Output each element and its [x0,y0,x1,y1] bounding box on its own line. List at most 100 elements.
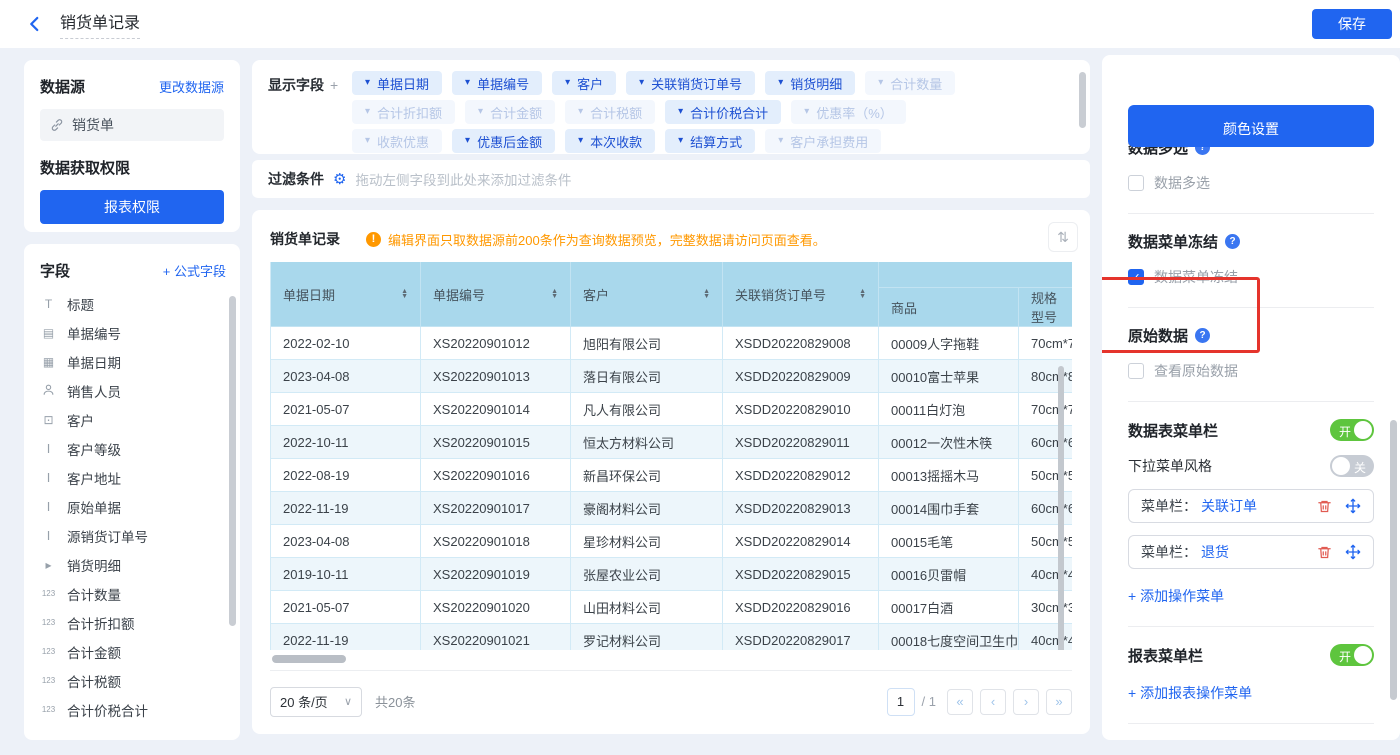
checkbox[interactable] [1128,175,1144,191]
field-item[interactable]: Ⅰ原始单据 [40,492,226,521]
last-page-button[interactable]: » [1046,689,1072,715]
field-item[interactable]: 123合计金额 [40,637,226,666]
display-field-chip[interactable]: ▾结算方式 [665,129,755,153]
field-item[interactable]: ▸销货明细 [40,550,226,579]
table-menu-toggle[interactable]: 开 [1330,419,1374,441]
first-page-button[interactable]: « [947,689,973,715]
fields-scrollbar[interactable] [229,296,236,626]
multi-select-checkbox-row[interactable]: 数据多选 [1128,173,1374,193]
link-icon [50,118,64,132]
page-number-input[interactable]: 1 [887,688,915,716]
table-row[interactable]: 2022-11-19XS20220901021罗记材料公司XSDD2022082… [271,624,1072,650]
fields-title: 字段 [40,260,70,281]
display-fields-scrollbar[interactable] [1079,72,1086,128]
field-item[interactable]: 123合计价税合计 [40,695,226,724]
sort-icon[interactable]: ▲▼ [703,289,710,299]
table-row[interactable]: 2023-04-08XS20220901018星珍材料公司XSDD2022082… [271,525,1072,558]
display-field-chip[interactable]: ▾优惠率（%） [791,100,906,124]
display-field-chip[interactable]: ▾合计折扣额 [352,100,455,124]
field-item[interactable]: 123合计税额 [40,666,226,695]
change-datasource-link[interactable]: 更改数据源 [159,77,224,96]
display-field-chip[interactable]: ▾合计价税合计 [665,100,781,124]
field-item[interactable]: 销售人员 [40,376,226,405]
table-row[interactable]: 2023-04-08XS20220901013落日有限公司XSDD2022082… [271,360,1072,393]
toggle-knob [1354,421,1372,439]
menu-bar-item[interactable]: 菜单栏： 关联订单 [1128,489,1374,523]
add-action-menu-link[interactable]: + 添加操作菜单 [1128,586,1374,606]
move-icon[interactable] [1345,498,1361,514]
display-field-chips: ▾单据日期 ▾单据编号 ▾客户 ▾关联销货订单号 ▾销货明细 ▾合计数量 ▾合计折扣额 ▾合计… [352,71,1076,146]
next-page-button[interactable]: › [1013,689,1039,715]
table-horizontal-scrollbar[interactable] [270,654,1072,664]
menu-freeze-checkbox-row[interactable]: ✓ 数据菜单冻结 [1128,267,1374,287]
sort-icon[interactable]: ▲▼ [859,289,866,299]
display-field-chip[interactable]: ▾客户承担费用 [765,129,881,153]
delete-icon[interactable] [1317,499,1332,514]
checkbox[interactable] [1128,363,1144,379]
table-row[interactable]: 2021-05-07XS20220901020山田材料公司XSDD2022082… [271,591,1072,624]
report-permission-button[interactable]: 报表权限 [40,190,224,224]
field-item[interactable]: Ⅰ源销货订单号 [40,521,226,550]
sort-icon[interactable]: ▲▼ [401,289,408,299]
sort-order-button[interactable]: ⇅ [1048,222,1078,252]
page-size-select[interactable]: 20 条/页 ∨ [270,687,362,717]
display-field-chip[interactable]: ▾合计数量 [865,71,955,95]
table-row[interactable]: 2022-11-19XS20220901017豪阁材料公司XSDD2022082… [271,492,1072,525]
column-header[interactable]: 单据日期 ▲▼ [271,262,421,327]
field-item[interactable]: T标题 [40,289,226,318]
display-field-chip[interactable]: ▾合计税额 [565,100,655,124]
field-item[interactable]: Ⅰ客户等级 [40,434,226,463]
datasource-item[interactable]: 销货单 [40,109,224,141]
display-field-chip[interactable]: ▾关联销货订单号 [626,71,755,95]
display-field-chip[interactable]: ▾本次收款 [565,129,655,153]
color-settings-button[interactable]: 颜色设置 [1128,105,1374,147]
table-row[interactable]: 2022-10-11XS20220901015恒太方材料公司XSDD202208… [271,426,1072,459]
field-item[interactable]: ▤单据编号 [40,318,226,347]
save-button[interactable]: 保存 [1312,9,1392,39]
field-item[interactable]: 123合计数量 [40,579,226,608]
dropdown-style-toggle[interactable]: 关 [1330,455,1374,477]
table-cell: XSDD20220829016 [723,591,879,624]
column-header[interactable]: 单据编号 ▲▼ [421,262,571,327]
table-cell: 60cm*6 [1019,492,1072,525]
display-field-chip[interactable]: ▾优惠后金额 [452,129,555,153]
help-icon[interactable]: ? [1225,234,1240,249]
gear-icon[interactable]: ⚙ [333,172,346,187]
page-title[interactable]: 销货单记录 [60,9,140,39]
sub-column-header[interactable]: 商品 [879,288,1019,327]
add-display-field-icon[interactable]: + [330,77,338,93]
display-field-chip[interactable]: ▾销货明细 [765,71,855,95]
table-vertical-scrollbar[interactable] [1058,366,1064,650]
display-field-chip[interactable]: ▾客户 [552,71,616,95]
prev-page-button[interactable]: ‹ [980,689,1006,715]
column-header[interactable]: 关联销货订单号 ▲▼ [723,262,879,327]
field-item[interactable]: ▦单据日期 [40,347,226,376]
back-icon[interactable] [26,14,46,34]
help-icon[interactable]: ? [1195,328,1210,343]
person-icon [40,383,57,398]
report-menu-toggle[interactable]: 开 [1330,644,1374,666]
delete-icon[interactable] [1317,545,1332,560]
field-item[interactable]: ⊡客户 [40,405,226,434]
sort-icon[interactable]: ▲▼ [551,289,558,299]
table-row[interactable]: 2022-02-10XS20220901012旭阳有限公司XSDD2022082… [271,327,1072,360]
add-report-action-menu-link[interactable]: + 添加报表操作菜单 [1128,683,1374,703]
table-row[interactable]: 2022-08-19XS20220901016新昌环保公司XSDD2022082… [271,459,1072,492]
raw-data-checkbox-row[interactable]: 查看原始数据 [1128,361,1374,381]
display-field-chip[interactable]: ▾单据日期 [352,71,442,95]
move-icon[interactable] [1345,544,1361,560]
display-field-chip[interactable]: ▾收款优惠 [352,129,442,153]
column-header[interactable]: 客户 ▲▼ [571,262,723,327]
display-field-chip[interactable]: ▾合计金额 [465,100,555,124]
sub-column-header[interactable]: 规格型号 [1019,288,1072,327]
table-row[interactable]: 2021-05-07XS20220901014凡人有限公司XSDD2022082… [271,393,1072,426]
display-field-chip[interactable]: ▾单据编号 [452,71,542,95]
table-row[interactable]: 2019-10-11XS20220901019张屋农业公司XSDD2022082… [271,558,1072,591]
menu-bar-item[interactable]: 菜单栏： 退货 [1128,535,1374,569]
settings-scrollbar[interactable] [1390,420,1397,700]
field-item[interactable]: Ⅰ客户地址 [40,463,226,492]
checkbox[interactable]: ✓ [1128,269,1144,285]
field-item[interactable]: 123合计折扣额 [40,608,226,637]
scrollbar-thumb[interactable] [272,655,346,663]
add-formula-field-link[interactable]: + 公式字段 [163,261,226,280]
